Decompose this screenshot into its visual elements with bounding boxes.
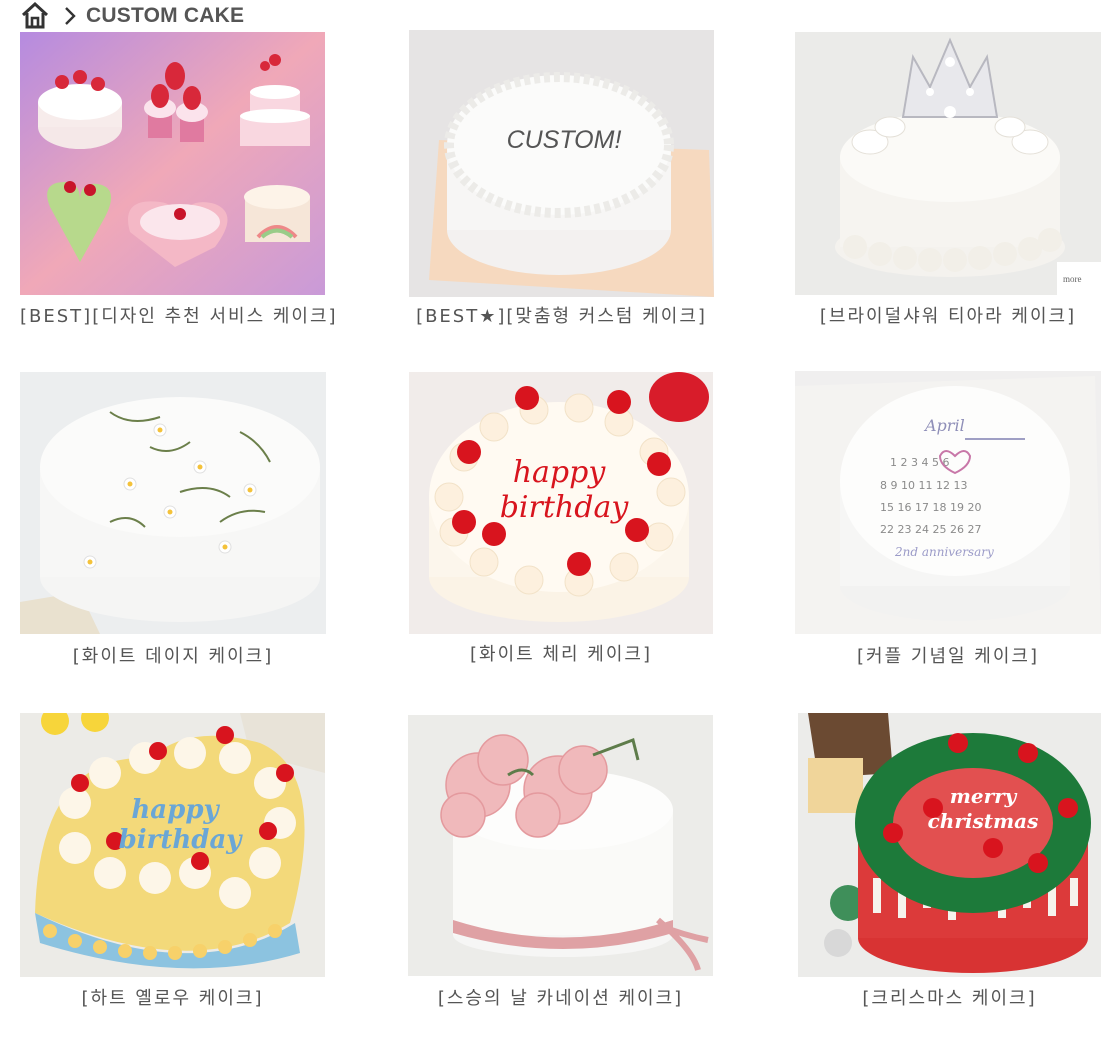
product-card[interactable]: merry christmas [크리스마스 케이크] bbox=[798, 713, 1101, 1013]
custom-lettering-cake-image[interactable]: CUSTOM! bbox=[409, 30, 714, 297]
cake-collage-image[interactable] bbox=[20, 32, 325, 295]
svg-text:christmas: christmas bbox=[928, 809, 1039, 833]
svg-text:22 23 24 25 26 27: 22 23 24 25 26 27 bbox=[880, 523, 981, 536]
cherry-birthday-cake-image[interactable]: happy birthday bbox=[409, 372, 713, 634]
yellow-heart-cake-image[interactable]: happy birthday bbox=[20, 713, 325, 977]
breadcrumb: CUSTOM CAKE bbox=[20, 0, 244, 32]
svg-text:April: April bbox=[923, 416, 965, 435]
product-card[interactable]: [스승의 날 카네이션 케이크] bbox=[408, 715, 713, 1015]
svg-text:more: more bbox=[1063, 274, 1082, 284]
product-caption[interactable]: [BEST][디자인 추천 서비스 케이크] bbox=[20, 302, 336, 328]
product-caption[interactable]: [스승의 날 카네이션 케이크] bbox=[408, 984, 713, 1010]
home-icon[interactable] bbox=[20, 1, 50, 31]
product-caption[interactable]: [BEST★][맞춤형 커스텀 케이크] bbox=[409, 302, 714, 328]
svg-text:happy: happy bbox=[513, 455, 607, 490]
product-card[interactable]: happy birthday [화이트 체리 케이크] bbox=[409, 372, 713, 672]
product-caption[interactable]: [화이트 체리 케이크] bbox=[409, 640, 713, 666]
christmas-cake-image[interactable]: merry christmas bbox=[798, 713, 1101, 977]
page-title: CUSTOM CAKE bbox=[86, 4, 245, 27]
cake-lettering-text: CUSTOM! bbox=[507, 126, 622, 154]
tiara-cake-image[interactable]: more bbox=[795, 32, 1101, 295]
product-card[interactable]: April 1 2 3 4 5 6 8 9 10 11 12 13 15 16 … bbox=[795, 371, 1101, 671]
product-caption[interactable]: [브라이덜샤워 티아라 케이크] bbox=[795, 302, 1101, 328]
svg-text:happy: happy bbox=[131, 795, 220, 825]
svg-text:birthday: birthday bbox=[119, 825, 244, 855]
svg-text:15 16 17 18 19 20: 15 16 17 18 19 20 bbox=[880, 501, 981, 514]
product-caption[interactable]: [커플 기념일 케이크] bbox=[795, 642, 1101, 668]
svg-text:8 9 10 11 12 13: 8 9 10 11 12 13 bbox=[880, 479, 967, 492]
svg-text:merry: merry bbox=[950, 784, 1018, 808]
product-card[interactable]: happy birthday [하트 옐로우 케이크] bbox=[20, 713, 325, 1013]
chevron-right-icon bbox=[62, 6, 78, 26]
product-card[interactable]: [화이트 데이지 케이크] bbox=[20, 372, 326, 672]
svg-text:2nd anniversary: 2nd anniversary bbox=[894, 545, 994, 559]
product-card[interactable]: CUSTOM! [BEST★][맞춤형 커스텀 케이크] bbox=[409, 30, 714, 330]
calendar-anniversary-cake-image[interactable]: April 1 2 3 4 5 6 8 9 10 11 12 13 15 16 … bbox=[795, 371, 1101, 634]
product-caption[interactable]: [크리스마스 케이크] bbox=[798, 984, 1101, 1010]
product-card[interactable]: more [브라이덜샤워 티아라 케이크] bbox=[795, 32, 1101, 332]
daisy-cake-image[interactable] bbox=[20, 372, 326, 634]
carnation-cake-image[interactable] bbox=[408, 715, 713, 976]
product-card[interactable]: [BEST][디자인 추천 서비스 케이크] bbox=[20, 32, 336, 332]
product-caption[interactable]: [화이트 데이지 케이크] bbox=[20, 642, 326, 668]
svg-text:birthday: birthday bbox=[500, 490, 630, 525]
product-caption[interactable]: [하트 옐로우 케이크] bbox=[20, 984, 325, 1010]
